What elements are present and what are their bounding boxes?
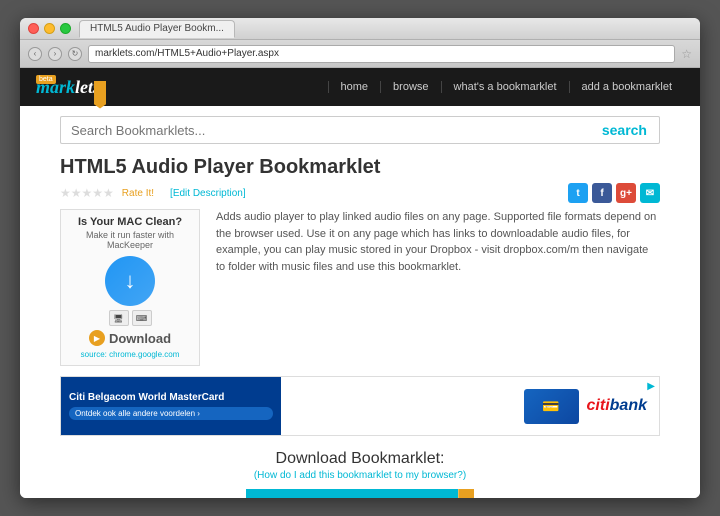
twitter-icon[interactable]: t xyxy=(568,183,588,203)
rate-it-link[interactable]: Rate It! xyxy=(122,188,154,199)
back-button[interactable]: ‹ xyxy=(28,47,42,61)
mac-icons-row: 🖥 ⌨ xyxy=(67,310,193,326)
forward-button[interactable]: › xyxy=(48,47,62,61)
ad-source: source: chrome.google.com xyxy=(67,350,193,359)
address-bar: ‹ › ↻ marklets.com/HTML5+Audio+Player.as… xyxy=(20,40,700,68)
search-row: search xyxy=(60,116,660,144)
facebook-icon[interactable]: f xyxy=(592,183,612,203)
nav-whats-bookmarklet[interactable]: what's a bookmarklet xyxy=(441,81,569,93)
site-logo: beta marklets xyxy=(36,77,100,98)
browser-window: HTML5 Audio Player Bookm... ‹ › ↻ markle… xyxy=(20,18,700,498)
search-input[interactable] xyxy=(60,116,590,144)
minimize-button[interactable] xyxy=(44,23,55,34)
google-icon[interactable]: g+ xyxy=(616,183,636,203)
description-text: Adds audio player to play linked audio f… xyxy=(216,209,660,366)
url-bar[interactable]: marklets.com/HTML5+Audio+Player.aspx xyxy=(88,45,675,63)
nav-links: home browse what's a bookmarklet add a b… xyxy=(328,81,684,93)
social-icons: t f g+ ✉ xyxy=(568,183,660,203)
stars[interactable]: ★★★★★ xyxy=(60,186,114,200)
download-section: Download Bookmarklet: (How do I add this… xyxy=(60,446,660,498)
reload-button[interactable]: ↻ xyxy=(68,47,82,61)
banner-ad-right: 💳 citibank xyxy=(281,389,659,424)
page-content: beta marklets home browse what's a bookm… xyxy=(20,68,700,498)
content-area: Is Your MAC Clean? Make it run faster wi… xyxy=(60,209,660,366)
tab-title: HTML5 Audio Player Bookm... xyxy=(90,23,224,34)
download-label[interactable]: Download xyxy=(109,331,171,346)
traffic-lights xyxy=(28,23,71,34)
citibank-logo: citibank xyxy=(587,397,647,415)
download-circle-icon: ↓ xyxy=(105,256,155,306)
beta-badge: beta xyxy=(36,75,56,84)
active-tab[interactable]: HTML5 Audio Player Bookm... xyxy=(79,20,235,38)
bookmarklet-title: HTML5 Audio Player Bookmarklet xyxy=(60,156,660,179)
bookmark-icon[interactable]: ☆ xyxy=(681,47,692,61)
ad-arrow-icon: ▶ xyxy=(647,381,655,392)
banner-ad: Citi Belgacom World MasterCard Ontdek oo… xyxy=(60,376,660,436)
social-row: ★★★★★ Rate It! [Edit Description] t f g+… xyxy=(60,183,660,203)
download-section-title: Download Bookmarklet: xyxy=(60,450,660,468)
bookmark-tag-icon xyxy=(458,489,474,498)
email-icon[interactable]: ✉ xyxy=(640,183,660,203)
mac-icon-1: 🖥 xyxy=(109,310,129,326)
nav-home[interactable]: home xyxy=(328,81,381,93)
mac-icon-2: ⌨ xyxy=(132,310,152,326)
citi-red: citi xyxy=(587,397,610,414)
rating-row: ★★★★★ Rate It! [Edit Description] xyxy=(60,186,246,200)
nav-browse[interactable]: browse xyxy=(380,81,440,93)
ad-sub: Make it run faster with MacKeeper xyxy=(67,230,193,250)
search-button[interactable]: search xyxy=(590,116,660,144)
banner-cta[interactable]: Ontdek ook alle andere voordelen › xyxy=(69,407,273,420)
url-text: marklets.com/HTML5+Audio+Player.aspx xyxy=(95,48,279,59)
title-bar: HTML5 Audio Player Bookm... xyxy=(20,18,700,40)
site-nav: beta marklets home browse what's a bookm… xyxy=(20,68,700,106)
download-btn-row: ▶ Download xyxy=(67,330,193,346)
close-button[interactable] xyxy=(28,23,39,34)
bookmarklet-button-container: HTML5 AUDIO PLAYER xyxy=(60,489,660,498)
logo-bookmark-accent xyxy=(94,81,106,109)
nav-add-bookmarklet[interactable]: add a bookmarklet xyxy=(569,81,685,93)
maximize-button[interactable] xyxy=(60,23,71,34)
tab-bar: HTML5 Audio Player Bookm... xyxy=(79,20,692,38)
download-orange-icon: ▶ xyxy=(89,330,105,346)
citi-blue: bank xyxy=(610,397,647,414)
edit-description-link[interactable]: [Edit Description] xyxy=(170,188,246,199)
citi-card-image: 💳 xyxy=(524,389,579,424)
banner-ad-left: Citi Belgacom World MasterCard Ontdek oo… xyxy=(61,377,281,435)
how-to-add-link[interactable]: (How do I add this bookmarklet to my bro… xyxy=(60,470,660,481)
ad-title: Is Your MAC Clean? xyxy=(67,216,193,228)
main-content: search HTML5 Audio Player Bookmarklet ★★… xyxy=(20,106,700,498)
banner-title: Citi Belgacom World MasterCard xyxy=(69,392,273,403)
left-ad: Is Your MAC Clean? Make it run faster wi… xyxy=(60,209,200,366)
bookmarklet-download-button[interactable]: HTML5 AUDIO PLAYER xyxy=(246,489,459,498)
